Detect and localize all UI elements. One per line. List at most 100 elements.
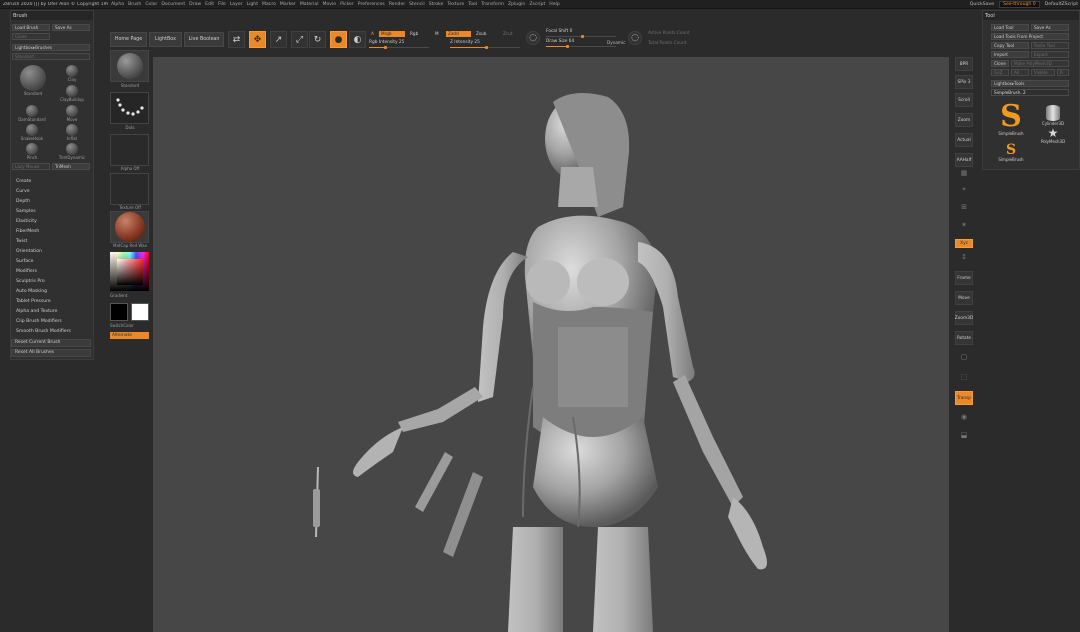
scale-mode-icon[interactable]: ⤢ [291,31,308,48]
brush-clone-button[interactable]: Clone [12,33,50,40]
zoom-button[interactable]: Zoom [955,113,973,127]
subpalette-clip-brush-modifiers[interactable]: Clip Brush Modifiers [16,317,96,327]
reset-current-brush-button[interactable]: Reset Current Brush [11,339,91,347]
solo-icon[interactable]: ◉ [955,413,973,421]
menu-preferences[interactable]: Preferences [358,2,385,7]
brush-damstandard[interactable]: DamStandard [17,105,47,122]
line-fill-icon[interactable]: ▢ [955,353,973,361]
live-boolean-button[interactable]: Live Boolean [184,32,224,47]
menu-movie[interactable]: Movie [322,2,336,7]
subpalette-fibermesh[interactable]: FiberMesh [16,227,96,237]
alpha-tile[interactable] [110,134,149,166]
draw-mode-icon[interactable]: ✥ [249,31,266,48]
actual-button[interactable]: Actual [955,133,973,147]
subpalette-curve[interactable]: Curve [16,187,96,197]
export-button[interactable]: Export [1031,51,1069,58]
trimesh-button[interactable]: TriMesh [52,163,90,170]
menu-layer[interactable]: Layer [230,2,243,7]
focal-icon[interactable]: ◌ [526,31,540,45]
scroll-button[interactable]: Scroll [955,93,973,107]
z-intensity-slider[interactable]: Z Intensity 25 [450,40,520,49]
menu-zplugin[interactable]: Zplugin [508,2,525,7]
menu-picker[interactable]: Picker [340,2,354,7]
spix-button[interactable]: SPix 3 [955,75,973,89]
brush-standard-large[interactable]: Standard [15,65,51,96]
focal-shift-slider[interactable]: Focal Shift 0 [546,29,616,38]
primary-color-swatch[interactable] [110,303,128,321]
aahalf-button[interactable]: AAHalf [955,153,973,167]
bpr-button[interactable]: BPR [955,57,973,71]
lightbox-brushes-button[interactable]: Lightbox▸Brushes [12,44,90,51]
tool-save-as-button[interactable]: Save As [1031,24,1069,31]
polyf-icon[interactable]: ⬚ [955,373,973,381]
subpalette-sculptris-pro[interactable]: Sculptris Pro [16,277,96,287]
menu-document[interactable]: Document [161,2,185,7]
color-picker[interactable] [110,252,149,291]
all-button[interactable]: All [1011,69,1029,76]
subpalette-modifiers[interactable]: Modifiers [16,267,96,277]
menu-edit[interactable]: Edit [205,2,214,7]
subpalette-twist[interactable]: Twist [16,237,96,247]
current-brush-tile[interactable] [110,50,149,82]
paste-tool-button[interactable]: Paste Tool [1031,42,1069,49]
menu-material[interactable]: Material [300,2,319,7]
import-button[interactable]: Import [991,51,1029,58]
focal-shift-knob[interactable] [581,35,584,38]
canvas-viewport[interactable] [153,57,949,632]
quicksave-button[interactable]: QuickSave [970,2,994,7]
brush-snakehook[interactable]: SnakeHook [17,124,47,141]
lightbox-tools-button[interactable]: Lightbox▸Tools [991,80,1069,87]
alternate-button[interactable]: Alternate [110,332,149,339]
xyz-button[interactable]: Xyz [955,239,973,248]
m-button[interactable]: M [433,31,441,37]
tool-cylinder3d-thumb[interactable]: Cylinder3D [1035,103,1071,126]
brush-clay[interactable]: Clay [57,65,87,82]
menu-macro[interactable]: Macro [262,2,276,7]
subpalette-surface[interactable]: Surface [16,257,96,267]
subpalette-tablet-pressure[interactable]: Tablet Pressure [16,297,96,307]
tool-clone-button[interactable]: Clone [991,60,1009,67]
transp-button[interactable]: Transp [955,391,973,405]
zadd-button[interactable]: Zadd [446,31,471,37]
make-polymesh-button[interactable]: Make PolyMesh3D [1011,60,1069,67]
goz-button[interactable]: GoZ [991,69,1009,76]
polypaint-icon[interactable]: ◐ [349,31,366,48]
subpalette-elasticity[interactable]: Elasticity [16,217,96,227]
menu-zscript[interactable]: Zscript [529,2,545,7]
subpalette-alpha-texture[interactable]: Alpha and Texture [16,307,96,317]
zsub-button[interactable]: Zsub [474,31,488,37]
brush-trimdynamic[interactable]: TrimDynamic [57,143,87,160]
floor-icon[interactable]: ⊞ [955,203,973,211]
brush-move[interactable]: Move [57,105,87,122]
menu-marker[interactable]: Marker [280,2,296,7]
edit-mode-icon[interactable]: ⇄ [228,31,245,48]
xpose-icon[interactable]: ⬓ [955,431,973,439]
menu-light[interactable]: Light [247,2,258,7]
texture-tile[interactable] [110,173,149,205]
material-sphere-icon[interactable]: ● [330,31,347,48]
rotate-mode-icon[interactable]: ↻ [309,31,326,48]
reset-all-brushes-button[interactable]: Reset All Brushes [11,349,91,357]
rgb-intensity-knob[interactable] [384,46,387,49]
zoom3d-button[interactable]: Zoom3D [955,311,973,325]
material-tile[interactable] [110,211,149,243]
subpalette-depth[interactable]: Depth [16,197,96,207]
subpalette-orientation[interactable]: Orientation [16,247,96,257]
tool-polymesh3d-thumb[interactable]: ★ PolyMesh3D [1035,127,1071,144]
menu-draw[interactable]: Draw [189,2,201,7]
brush-pinch[interactable]: Pinch [17,143,47,160]
a-button[interactable]: A [369,31,376,37]
load-tools-from-project-button[interactable]: Load Tools From Project [991,33,1069,40]
menu-tool[interactable]: Tool [468,2,477,7]
menu-alpha[interactable]: Alpha [111,2,124,7]
mrgb-button[interactable]: Mrgb [379,31,405,37]
subpalette-auto-masking[interactable]: Auto Masking [16,287,96,297]
current-tool-label[interactable]: SimpleBrush. 2 [991,89,1069,96]
lazy-mouse-button[interactable]: Lazy Mouse [12,163,50,170]
move-mode-icon[interactable]: ↗ [270,31,287,48]
menu-texture[interactable]: Texture [447,2,464,7]
menu-brush[interactable]: Brush [128,2,141,7]
home-page-button[interactable]: Home Page [110,32,147,47]
color-picker-square[interactable] [117,259,143,285]
dynamic-button[interactable]: Dynamic [605,40,627,46]
